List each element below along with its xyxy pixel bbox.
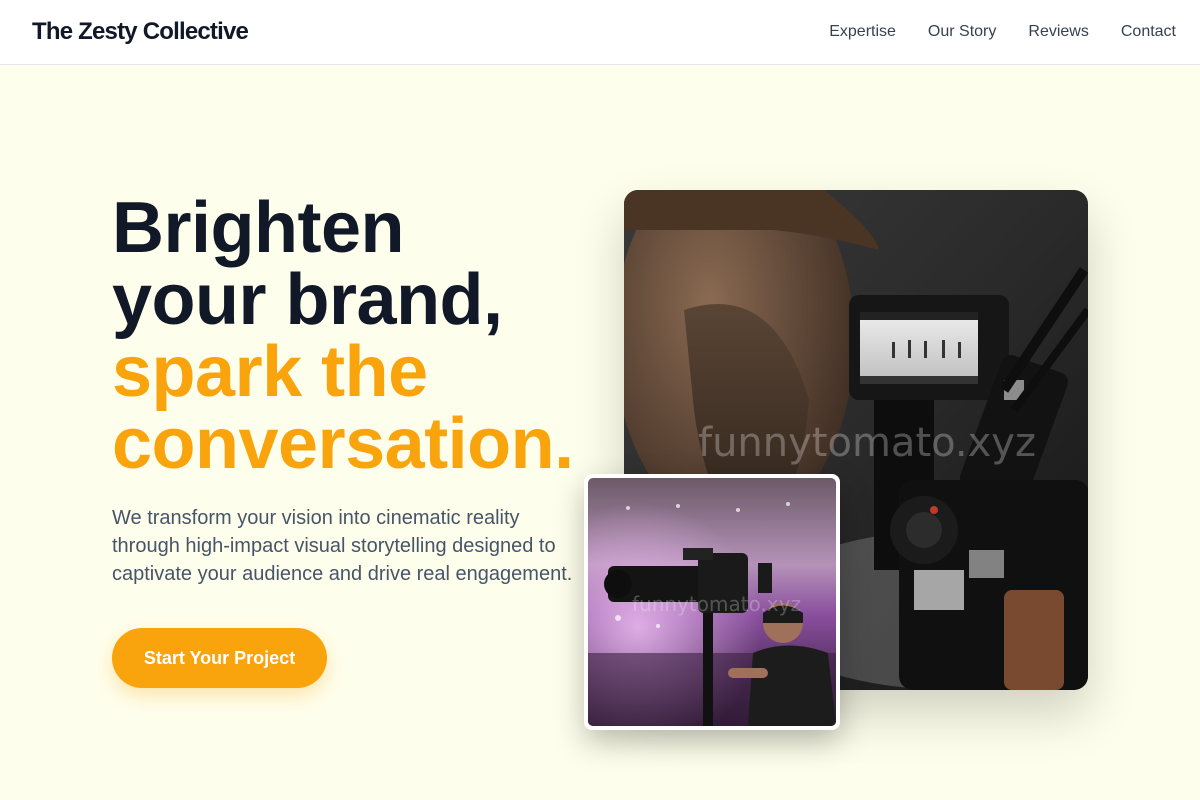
hero-title: Brighten your brand, spark the conversat… (112, 192, 612, 480)
camera-operator-photo-art (588, 478, 836, 726)
hero-title-line-4: conversation. (112, 404, 574, 484)
top-navbar: The Zesty Collective Expertise Our Story… (0, 0, 1200, 65)
camera-operator-photo-frame: funnytomato.xyz (588, 478, 836, 726)
nav-link-contact[interactable]: Contact (1121, 21, 1176, 43)
hero-description: We transform your vision into cinematic … (112, 507, 573, 585)
nav-link-reviews[interactable]: Reviews (1028, 21, 1088, 43)
hero-title-line-3: spark the (112, 332, 428, 412)
nav-links: Expertise Our Story Reviews Contact (829, 21, 1176, 43)
nav-link-our-story[interactable]: Our Story (928, 21, 996, 43)
start-project-button[interactable]: Start Your Project (112, 628, 327, 688)
camera-operator-photo: funnytomato.xyz (584, 474, 840, 730)
nav-link-expertise[interactable]: Expertise (829, 21, 896, 43)
hero-title-line-1: Brighten (112, 188, 404, 268)
hero-title-line-2: your brand, (112, 260, 503, 340)
brand-logo[interactable]: The Zesty Collective (32, 18, 249, 46)
